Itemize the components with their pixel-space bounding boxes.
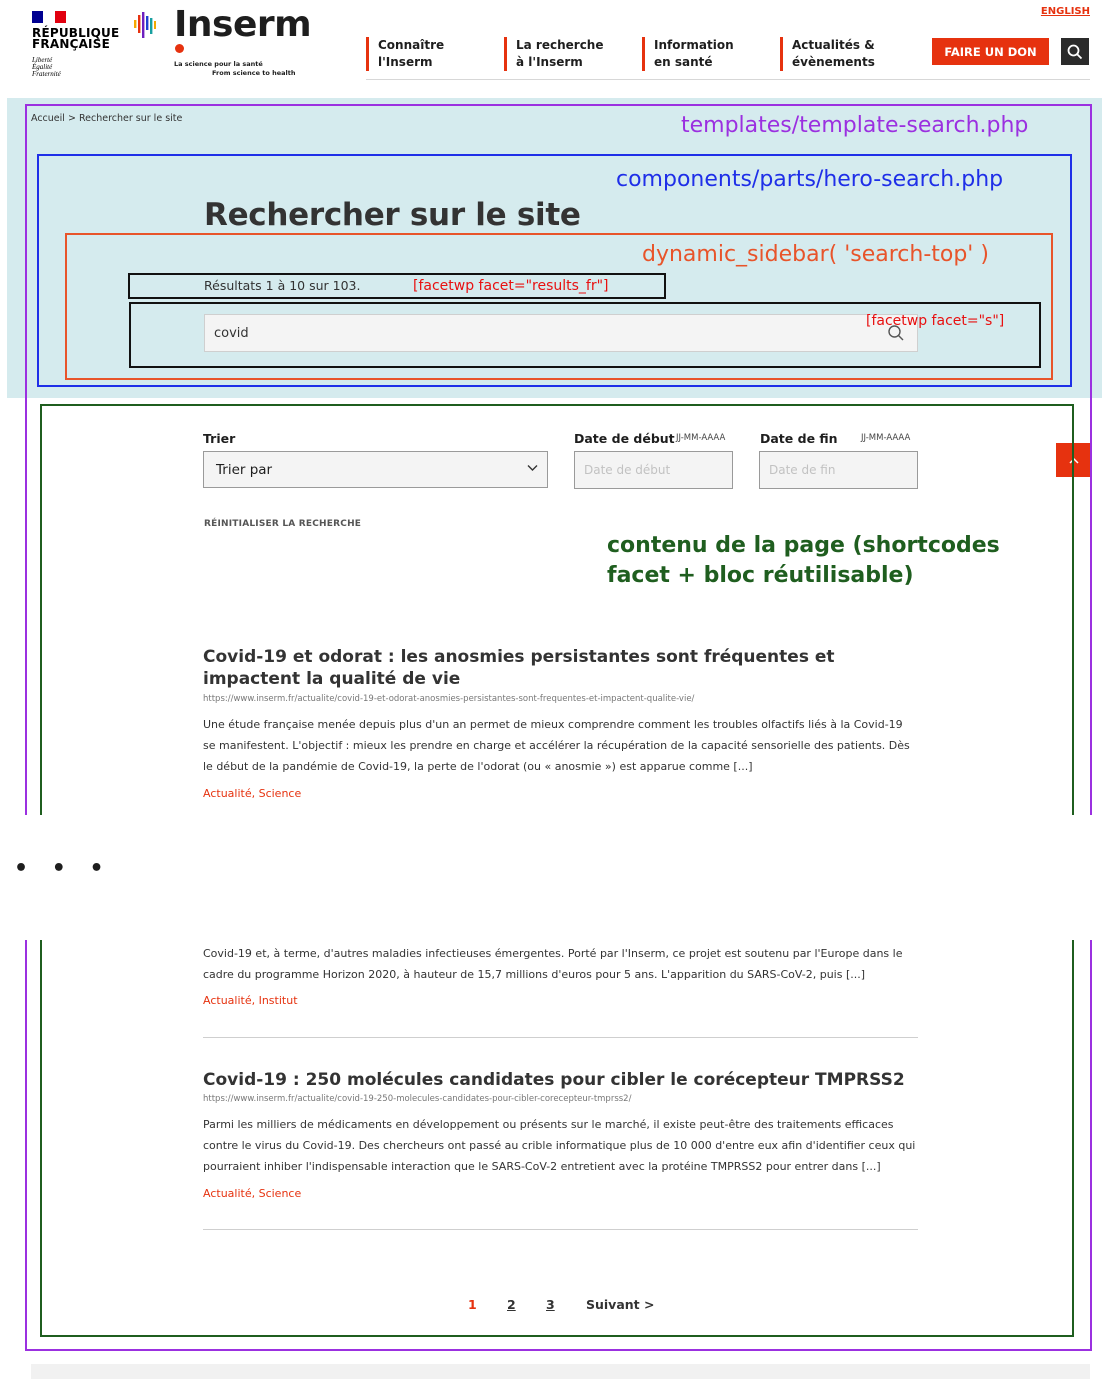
- motto-fraternite: Fraternité: [32, 70, 61, 78]
- nav-item-connaitre[interactable]: Connaître l'Inserm: [366, 37, 444, 71]
- sort-label: Trier: [203, 431, 236, 446]
- start-date-hint: JJ-MM-AAAA: [676, 433, 726, 443]
- end-date-hint: JJ-MM-AAAA: [861, 433, 911, 443]
- page-title: Rechercher sur le site: [204, 197, 581, 233]
- tagline-fr: La science pour la santé: [174, 60, 263, 68]
- truncation-marker: • • •: [14, 856, 112, 881]
- sort-select[interactable]: Trier par: [203, 451, 548, 488]
- results-count: Résultats 1 à 10 sur 103.: [204, 278, 361, 293]
- annotation-content-line1: contenu de la page (shortcodes: [607, 533, 1000, 558]
- annotation-template-label: templates/template-search.php: [681, 113, 1029, 138]
- pagination-page-2[interactable]: 2: [507, 1297, 516, 1312]
- result-title[interactable]: Covid-19 : 250 molécules candidates pour…: [203, 1069, 918, 1091]
- end-date-field[interactable]: [759, 451, 918, 489]
- annotation-sidebar-label: dynamic_sidebar( 'search-top' ): [642, 242, 989, 267]
- nav-item-information[interactable]: Information en santé: [642, 37, 734, 71]
- inserm-logo[interactable]: Inserm: [174, 4, 312, 45]
- search-input[interactable]: [204, 314, 918, 352]
- breadcrumb-home[interactable]: Accueil: [31, 113, 65, 124]
- republique-line2: FRANÇAISE: [32, 37, 110, 51]
- nav-item-actualites[interactable]: Actualités & évènements: [780, 37, 875, 71]
- result-divider: [203, 1229, 918, 1230]
- annotation-content-line2: facet + bloc réutilisable): [607, 563, 914, 588]
- footer-band: [31, 1364, 1090, 1379]
- tagline-en: From science to health: [212, 69, 296, 77]
- result-description: Covid-19 et, à terme, d'autres maladies …: [203, 947, 903, 981]
- pagination-next[interactable]: Suivant >: [586, 1297, 654, 1312]
- start-date-field[interactable]: [574, 451, 733, 489]
- start-date-label: Date de début: [574, 431, 675, 446]
- inserm-bars-icon: [134, 12, 156, 38]
- logo-dot-icon: [175, 44, 184, 53]
- annotation-content-label: contenu de la page (shortcodes facet + b…: [607, 531, 1000, 591]
- nav-item-recherche[interactable]: La recherche à l'Inserm: [504, 37, 604, 71]
- nav-divider: [366, 79, 1090, 80]
- breadcrumb: Accueil > Rechercher sur le site: [31, 113, 182, 124]
- result-description: Parmi les milliers de médicaments en dév…: [203, 1118, 916, 1173]
- french-flag-icon: [32, 11, 66, 23]
- english-link[interactable]: ENGLISH: [1041, 6, 1090, 17]
- breadcrumb-current: Rechercher sur le site: [78, 113, 183, 124]
- result-divider: [203, 1037, 918, 1038]
- result-url: https://www.inserm.fr/actualite/covid-19…: [203, 1094, 632, 1104]
- donate-button[interactable]: FAIRE UN DON: [932, 38, 1049, 65]
- annotation-results-facet-label: [facetwp facet="results_fr"]: [413, 278, 609, 294]
- search-icon: [1067, 44, 1083, 59]
- result-description: Une étude française menée depuis plus d'…: [203, 718, 910, 773]
- pagination-current: 1: [468, 1297, 477, 1312]
- result-title[interactable]: Covid-19 et odorat : les anosmies persis…: [203, 646, 918, 690]
- chevron-down-icon: [527, 465, 538, 471]
- result-categories[interactable]: Actualité, Science: [203, 1187, 301, 1200]
- result-categories[interactable]: Actualité, Institut: [203, 994, 298, 1007]
- breadcrumb-separator: >: [67, 113, 76, 124]
- scroll-top-button[interactable]: [1056, 443, 1091, 477]
- end-date-label: Date de fin: [760, 431, 838, 446]
- reset-search-link[interactable]: RÉINITIALISER LA RECHERCHE: [204, 519, 361, 529]
- annotation-hero-label: components/parts/hero-search.php: [616, 167, 1004, 192]
- pagination-page-3[interactable]: 3: [546, 1297, 555, 1312]
- chevron-up-icon: [1068, 457, 1079, 464]
- result-url: https://www.inserm.fr/actualite/covid-19…: [203, 694, 695, 704]
- annotation-search-facet-label: [facetwp facet="s"]: [866, 313, 1005, 329]
- result-categories[interactable]: Actualité, Science: [203, 787, 301, 800]
- header-search-button[interactable]: [1061, 38, 1089, 65]
